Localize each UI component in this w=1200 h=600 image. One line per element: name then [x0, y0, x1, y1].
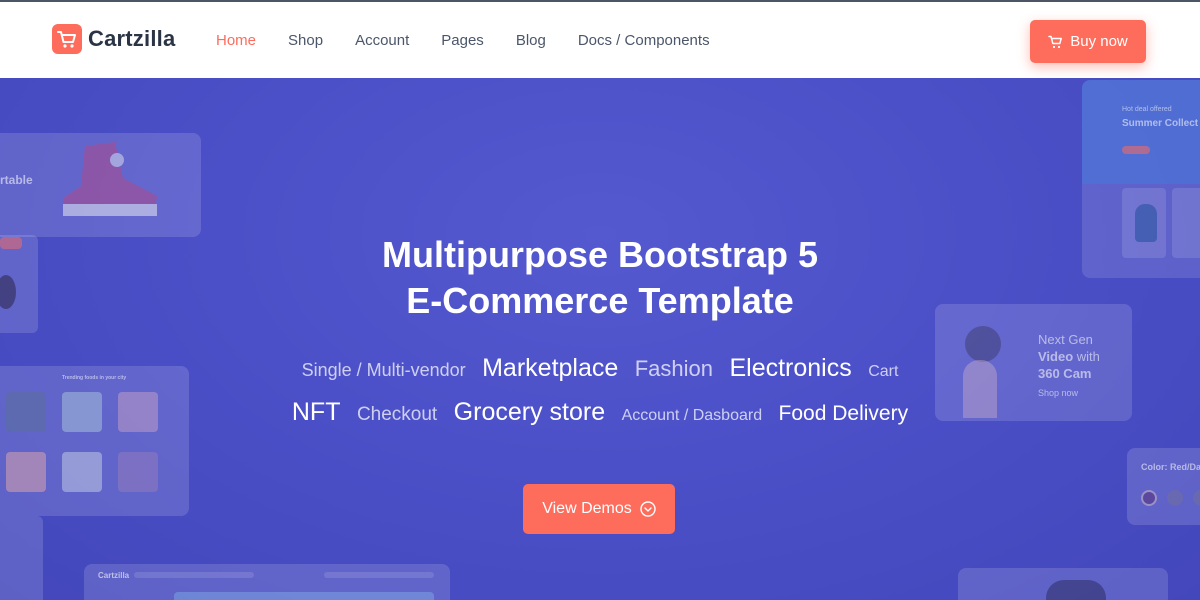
brand-logo[interactable]: Cartzilla — [52, 24, 175, 54]
tag-nft[interactable]: NFT — [292, 398, 341, 427]
chevron-circle-down-icon — [640, 501, 656, 517]
top-navbar: Cartzilla Home Shop Account Pages Blog D… — [0, 0, 1200, 78]
buy-now-label: Buy now — [1070, 33, 1128, 50]
hero-title: Multipurpose Bootstrap 5 E-Commerce Temp… — [0, 232, 1200, 324]
mini-preview-bar — [324, 572, 434, 578]
tag-food-delivery[interactable]: Food Delivery — [779, 402, 909, 426]
demo-tags-row-1: Single / Multi-vendor Marketplace Fashio… — [0, 354, 1200, 383]
tag-grocery-store[interactable]: Grocery store — [454, 398, 605, 427]
summer-small-text: Hot deal offered — [1122, 106, 1172, 113]
food-grid-card: Trending foods in your city — [0, 366, 189, 516]
bottom-right-product-card — [958, 568, 1168, 600]
camera-shop-link: Shop now — [1038, 388, 1079, 398]
tag-electronics[interactable]: Electronics — [729, 354, 851, 383]
food-tile — [6, 452, 46, 492]
hero-title-bold-2: E-Commerce — [406, 280, 629, 321]
tag-checkout[interactable]: Checkout — [357, 404, 437, 426]
summer-banner — [1082, 80, 1200, 184]
hero-title-light-1: Multipurpose — [381, 234, 618, 275]
cartzilla-mini-preview-card: Cartzilla — [84, 564, 450, 600]
demo-tags-row-2: NFT Checkout Grocery store Account / Das… — [0, 398, 1200, 427]
camera-line1: Next Gen — [1038, 332, 1093, 347]
nav-docs[interactable]: Docs / Components — [578, 32, 710, 49]
summer-shop-button — [1122, 146, 1150, 154]
view-demos-button[interactable]: View Demos — [523, 484, 675, 534]
hero-section: rtable Trending foods in your city Cartz… — [0, 78, 1200, 600]
tag-marketplace[interactable]: Marketplace — [482, 354, 618, 383]
food-grid-lower-card — [0, 516, 43, 600]
summer-title: Summer Collect — [1122, 118, 1199, 129]
cart-logo-icon — [52, 24, 82, 54]
sneaker-preview-card: rtable — [0, 133, 201, 237]
tag-fashion[interactable]: Fashion — [635, 356, 713, 382]
tag-account-dashboard[interactable]: Account / Dasboard — [622, 407, 763, 425]
nav-home[interactable]: Home — [216, 32, 256, 49]
brand-name: Cartzilla — [88, 26, 176, 51]
hero-title-bold-1: Bootstrap 5 — [617, 234, 819, 275]
bottom-right-product-image — [1046, 580, 1106, 600]
mini-preview-bar — [134, 572, 254, 578]
sneaker-card-text: rtable — [0, 173, 33, 187]
nav-blog[interactable]: Blog — [516, 32, 546, 49]
main-nav: Home Shop Account Pages Blog Docs / Comp… — [216, 32, 742, 49]
nav-pages[interactable]: Pages — [441, 32, 484, 49]
hero-title-light-2: Template — [628, 280, 794, 321]
color-label: Color: Red/Da — [1141, 462, 1200, 472]
color-options-card: Color: Red/Da — [1127, 448, 1200, 525]
buy-now-button[interactable]: Buy now — [1030, 20, 1146, 63]
tag-multi-vendor[interactable]: Single / Multi-vendor — [302, 360, 466, 381]
color-swatch — [1141, 490, 1157, 506]
nav-shop[interactable]: Shop — [288, 32, 323, 49]
mini-preview-banner — [174, 592, 434, 600]
color-swatch — [1193, 490, 1200, 506]
nav-account[interactable]: Account — [355, 32, 409, 49]
color-swatch — [1167, 490, 1183, 506]
food-tile — [62, 452, 102, 492]
view-demos-label: View Demos — [542, 500, 632, 517]
food-tile — [118, 452, 158, 492]
tag-cart[interactable]: Cart — [868, 363, 898, 381]
mini-preview-brand: Cartzilla — [98, 571, 130, 580]
sneaker-image — [63, 142, 157, 216]
cart-icon — [1048, 35, 1063, 48]
